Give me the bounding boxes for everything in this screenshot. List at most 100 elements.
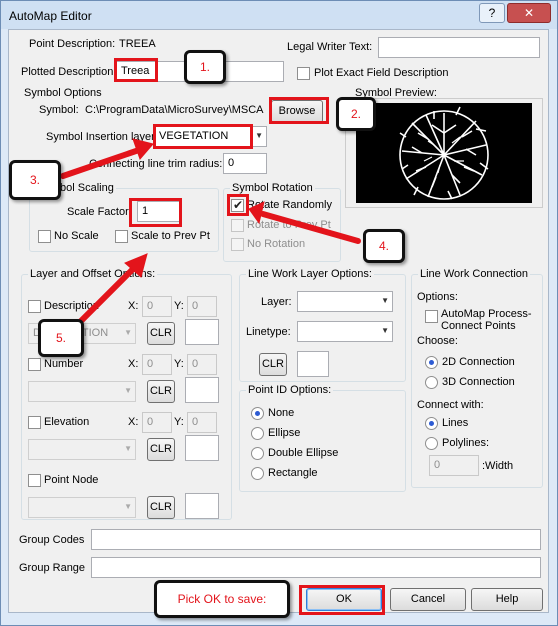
offset-y-input[interactable]: 0: [187, 412, 217, 433]
tree-symbol-icon: [399, 106, 489, 200]
automap-process-label: AutoMap Process-Connect Points: [441, 308, 532, 332]
point-id-radio[interactable]: [251, 447, 264, 460]
lw-layer-dropdown[interactable]: [297, 291, 393, 312]
point-id-title: Point ID Options:: [246, 384, 334, 396]
point-description-label: Point Description:: [29, 38, 116, 50]
layer-row-clr-button[interactable]: CLR: [147, 438, 175, 461]
trim-radius-label: Connecting line trim radius:: [89, 158, 223, 170]
help-button[interactable]: Help: [471, 588, 543, 611]
point-id-radio[interactable]: [251, 467, 264, 480]
offset-y-label: Y:: [174, 358, 184, 370]
group-range-input[interactable]: [91, 557, 541, 578]
lwc-options-label: Options:: [417, 291, 458, 303]
plotted-description-label: Plotted Description:: [21, 66, 117, 78]
layer-row-clr-button[interactable]: CLR: [147, 380, 175, 403]
line-work-connection-title: Line Work Connection: [418, 268, 531, 280]
layer-row-checkbox[interactable]: [28, 474, 41, 487]
title-bar: AutoMap Editor ? ✕: [1, 1, 557, 29]
offset-x-input[interactable]: 0: [142, 296, 172, 317]
legal-writer-input[interactable]: [378, 37, 540, 58]
highlight-rotate-randomly: [227, 194, 249, 216]
callout-1: 1.: [184, 50, 226, 84]
layer-row-color-swatch[interactable]: [185, 493, 219, 519]
point-id-option-label: Rectangle: [268, 467, 318, 479]
offset-y-label: Y:: [174, 416, 184, 428]
layer-row-label: Elevation: [44, 416, 90, 428]
layer-row-dropdown[interactable]: [28, 381, 136, 402]
layer-row-color-swatch[interactable]: [185, 319, 219, 345]
highlight-insertion-layer: [153, 124, 253, 149]
layer-row-label: Description: [44, 300, 100, 312]
layer-offset-title: Layer and Offset Options:: [28, 268, 158, 280]
trim-radius-input[interactable]: 0: [223, 153, 267, 174]
symbol-options-title: Symbol Options: [24, 87, 102, 99]
symbol-preview-canvas: [356, 103, 532, 203]
plot-exact-checkbox[interactable]: [297, 67, 310, 80]
offset-y-input[interactable]: 0: [187, 296, 217, 317]
symbol-path: C:\ProgramData\MicroSurvey\MSCA: [85, 104, 264, 116]
layer-row-clr-button[interactable]: CLR: [147, 322, 175, 345]
point-id-option-label: None: [268, 407, 295, 419]
layer-row-label: Number: [44, 358, 84, 370]
insertion-layer-label: Symbol Insertion layer:: [46, 131, 158, 143]
automap-process-checkbox[interactable]: [425, 310, 438, 323]
group-range-label: Group Range: [19, 562, 86, 574]
layer-row-checkbox[interactable]: [28, 416, 41, 429]
line-work-layer-title: Line Work Layer Options:: [246, 268, 374, 280]
highlight-plotted-description: [114, 58, 158, 82]
lwc-connect-label: Connect with:: [417, 399, 484, 411]
scale-prev-checkbox[interactable]: [115, 230, 128, 243]
offset-x-label: X:: [128, 416, 139, 428]
layer-row-clr-button[interactable]: CLR: [147, 496, 175, 519]
connection-dimension-radio[interactable]: [425, 376, 438, 389]
layer-row-label: Point Node: [44, 474, 99, 486]
connection-dimension-radio[interactable]: [425, 356, 438, 369]
offset-x-label: X:: [128, 358, 139, 370]
highlight-browse: [269, 97, 329, 124]
scale-prev-label: Scale to Prev Pt: [131, 230, 210, 242]
offset-y-input[interactable]: 0: [187, 354, 217, 375]
lw-layer-label: Layer:: [261, 296, 292, 308]
point-id-option-label: Ellipse: [268, 427, 301, 439]
group-codes-input[interactable]: [91, 529, 541, 550]
callout-save-note: Pick OK to save:: [154, 580, 290, 618]
width-label: :Width: [482, 460, 514, 472]
layer-row-checkbox[interactable]: [28, 300, 41, 313]
layer-row-dropdown[interactable]: [28, 439, 136, 460]
no-rotation-checkbox[interactable]: [231, 238, 244, 251]
layer-row-dropdown[interactable]: [28, 497, 136, 518]
offset-x-input[interactable]: 0: [142, 354, 172, 375]
connection-dimension-label: 3D Connection: [442, 376, 515, 388]
point-description-value: TREEA: [119, 38, 156, 50]
close-icon[interactable]: ✕: [507, 3, 551, 23]
symbol-rotation-title: Symbol Rotation: [230, 182, 315, 194]
highlight-scale-factor: [129, 198, 182, 227]
no-rotation-label: No Rotation: [247, 238, 306, 250]
layer-row-color-swatch[interactable]: [185, 377, 219, 403]
width-input[interactable]: 0: [429, 455, 479, 476]
help-icon[interactable]: ?: [479, 3, 505, 23]
plot-exact-label: Plot Exact Field Description: [314, 67, 449, 79]
callout-4: 4.: [363, 229, 405, 263]
rotate-prev-label: Rotate to Prev Pt: [247, 219, 331, 231]
symbol-label: Symbol:: [39, 104, 79, 116]
automap-editor-window: AutoMap Editor ? ✕ Point Description: TR…: [0, 0, 558, 626]
highlight-ok: [299, 585, 385, 615]
lw-clr-button[interactable]: CLR: [259, 353, 287, 376]
point-id-radio[interactable]: [251, 427, 264, 440]
window-title: AutoMap Editor: [9, 9, 92, 23]
lw-linetype-dropdown[interactable]: [297, 321, 393, 342]
layer-row-checkbox[interactable]: [28, 358, 41, 371]
cancel-button[interactable]: Cancel: [390, 588, 466, 611]
callout-3: 3.: [9, 160, 61, 200]
no-scale-checkbox[interactable]: [38, 230, 51, 243]
legal-writer-label: Legal Writer Text:: [287, 41, 373, 53]
lw-color-swatch[interactable]: [297, 351, 329, 377]
point-id-radio[interactable]: [251, 407, 264, 420]
connect-with-radio[interactable]: [425, 437, 438, 450]
lw-linetype-label: Linetype:: [246, 326, 291, 338]
connect-with-radio[interactable]: [425, 417, 438, 430]
offset-x-input[interactable]: 0: [142, 412, 172, 433]
layer-row-color-swatch[interactable]: [185, 435, 219, 461]
rotate-prev-checkbox[interactable]: [231, 219, 244, 232]
